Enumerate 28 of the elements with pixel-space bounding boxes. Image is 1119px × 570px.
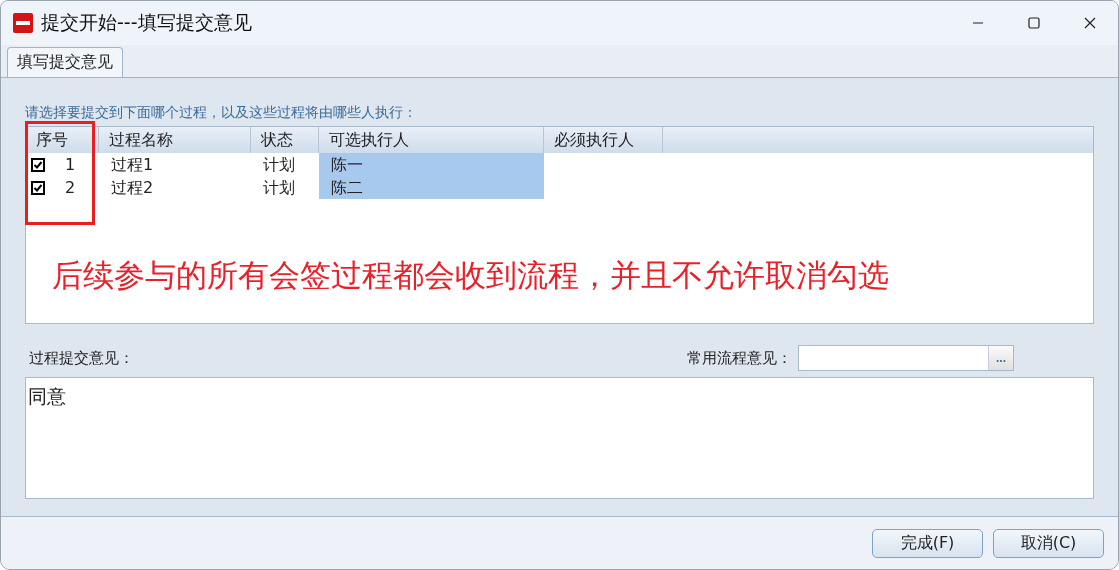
table-cell-text: 1 [65,154,76,176]
column-header[interactable]: 序号 [26,127,99,153]
finish-button[interactable]: 完成(F) [872,528,983,558]
table-cell: 计划 [263,155,295,174]
cancel-button[interactable]: 取消(C) [993,528,1104,558]
table-cell: 过程1 [111,155,154,174]
column-header[interactable]: 状态 [251,127,319,153]
column-header[interactable]: 必须执行人 [544,127,663,153]
close-icon[interactable] [1084,17,1096,29]
annotation-text: 后续参与的所有会签过程都会收到流程，并且不允许取消勾选 [52,256,889,295]
instruction-text: 请选择要提交到下面哪个过程，以及这些过程将由哪些人执行： [25,104,418,122]
browse-button[interactable]: ... [988,346,1013,370]
window-title: 提交开始---填写提交意见 [41,10,252,35]
common-comment-field[interactable]: ... [798,345,1014,371]
table-cell: 计划 [263,178,295,197]
tab[interactable]: 填写提交意见 [7,47,123,77]
checkbox[interactable] [31,180,45,195]
column-header[interactable]: 过程名称 [99,127,251,153]
table-cell[interactable]: 陈一 [319,153,544,176]
table-cell[interactable]: 陈二 [319,176,544,199]
app-logo-icon [13,13,33,33]
comment-label: 过程提交意见： [29,348,134,368]
table-cell: 过程2 [111,178,154,197]
table-cell-text: 2 [65,177,76,199]
checkbox[interactable] [31,157,45,172]
common-comment-label: 常用流程意见： [687,348,792,368]
comment-field[interactable]: 同意 [25,377,1094,499]
maximize-icon[interactable] [1028,17,1040,29]
